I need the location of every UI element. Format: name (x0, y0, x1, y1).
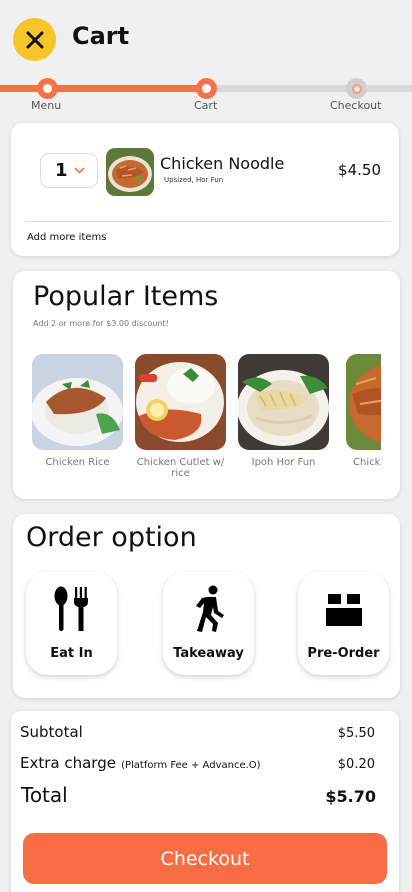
subtotal-label: Subtotal (20, 723, 83, 741)
pre-order-option[interactable]: Pre-Order (298, 572, 389, 675)
popular-item-label: Chicken Cutlet w/ rice (136, 457, 225, 479)
checkout-progress: Menu Cart Checkout (0, 76, 412, 116)
step-menu-marker[interactable] (37, 78, 58, 99)
box-icon (325, 594, 362, 626)
ipoh-hor-fun-image (238, 354, 329, 450)
order-summary-card: Subtotal $5.50 Extra charge (Platform Fe… (11, 711, 399, 892)
popular-subtitle: Add 2 or more for $3.00 discount! (33, 319, 169, 328)
popular-item-partial[interactable]: Chick (346, 354, 381, 468)
chevron-down-icon (74, 167, 85, 174)
step-checkout-marker[interactable] (346, 78, 367, 99)
walking-person-icon (195, 585, 224, 632)
takeaway-option[interactable]: Takeaway (163, 572, 254, 675)
app-header: Cart (0, 0, 412, 80)
order-option-title: Order option (26, 522, 197, 553)
chicken-rice-image (32, 354, 123, 450)
step-menu-label: Menu (31, 99, 62, 112)
extra-charge-note: (Platform Fee + Advance.O) (121, 760, 261, 771)
cart-card: 1 Chicken Noodle Upsized, Hor Fun $4.50 … (11, 123, 399, 256)
takeaway-label: Takeaway (173, 646, 244, 661)
cart-item-price: $4.50 (338, 161, 381, 179)
popular-item-label: Ipoh Hor Fun (251, 457, 316, 468)
step-cart-label: Cart (194, 99, 218, 112)
close-button[interactable] (13, 18, 56, 61)
popular-items-list[interactable]: Chicken Rice Chicken Cutlet w/ rice Ipoh… (32, 354, 381, 484)
popular-title: Popular Items (33, 281, 219, 312)
pre-order-label: Pre-Order (307, 646, 380, 661)
popular-item-chicken-cutlet[interactable]: Chicken Cutlet w/ rice (135, 354, 226, 479)
extra-charge-label: Extra charge (20, 754, 116, 772)
eat-in-option[interactable]: Eat In (26, 572, 117, 675)
divider (26, 221, 391, 222)
quantity-value: 1 (55, 160, 68, 181)
extra-charge-row: Extra charge (Platform Fee + Advance.O) … (20, 753, 375, 772)
extra-charge-value: $0.20 (337, 757, 375, 772)
chicken-cutlet-image (135, 354, 226, 450)
chicken-noodle-image (346, 354, 381, 450)
cart-item-name: Chicken Noodle (160, 154, 285, 173)
total-value: $5.70 (325, 787, 376, 806)
order-option-card: Order option Eat In Takeaway Pre-Order (13, 514, 400, 698)
popular-item-label: Chick (353, 457, 381, 468)
utensils-icon (54, 586, 88, 631)
total-label: Total (21, 783, 68, 807)
popular-item-chicken-rice[interactable]: Chicken Rice (32, 354, 123, 468)
quantity-select[interactable]: 1 (40, 153, 98, 188)
add-more-items-link[interactable]: Add more items (27, 232, 106, 243)
step-cart-marker[interactable] (196, 78, 217, 99)
popular-items-card: Popular Items Add 2 or more for $3.00 di… (13, 271, 400, 499)
eat-in-label: Eat In (50, 646, 93, 661)
popular-item-label: Chicken Rice (45, 457, 110, 468)
chicken-noodle-image (106, 148, 154, 196)
popular-item-ipoh-hor-fun[interactable]: Ipoh Hor Fun (238, 354, 329, 468)
step-checkout-label: Checkout (330, 99, 382, 112)
cart-item-options: Upsized, Hor Fun (164, 176, 224, 184)
page-title: Cart (72, 22, 130, 50)
subtotal-row: Subtotal $5.50 (20, 723, 375, 741)
progress-track-fill (0, 85, 206, 92)
checkout-button[interactable]: Checkout (23, 833, 387, 884)
close-icon (26, 31, 43, 48)
total-row: Total $5.70 (21, 783, 376, 807)
subtotal-value: $5.50 (337, 726, 375, 741)
